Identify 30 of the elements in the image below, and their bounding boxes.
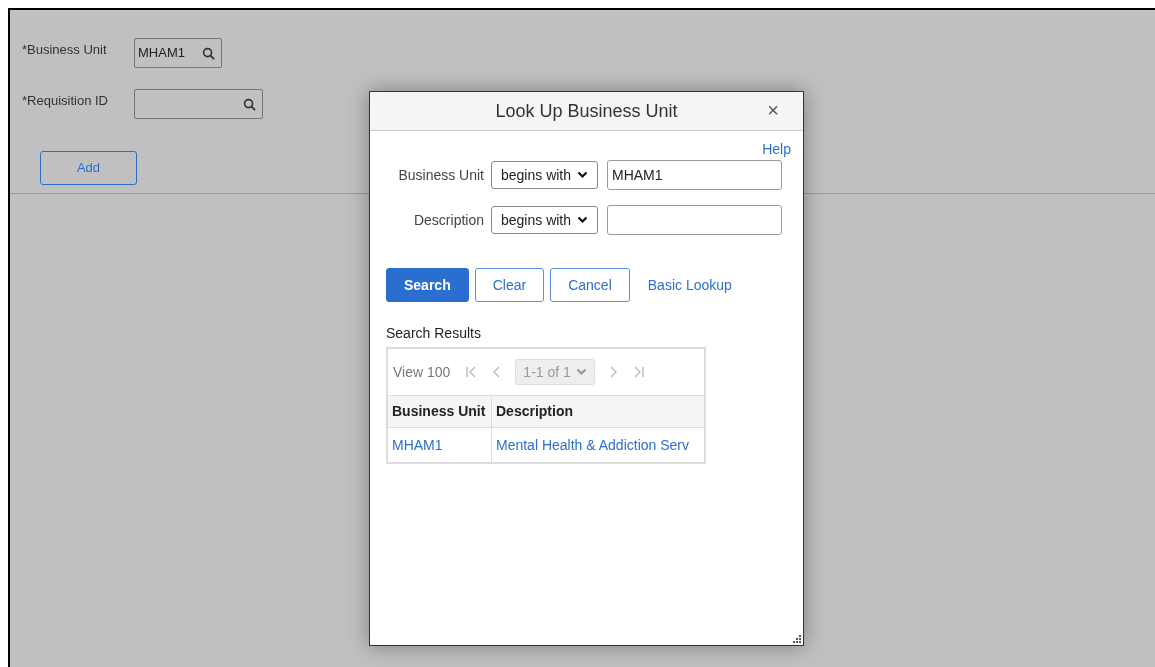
search-icon[interactable] [202, 46, 215, 60]
view-all-link[interactable]: View 100 [393, 361, 451, 383]
search-button[interactable]: Search [386, 268, 469, 302]
chevron-down-icon [575, 368, 587, 376]
dialog-title: Look Up Business Unit [495, 99, 678, 123]
search-icon[interactable] [243, 97, 256, 111]
basic-lookup-link[interactable]: Basic Lookup [635, 268, 744, 302]
column-header: Business Unit [388, 396, 492, 427]
result-link[interactable]: MHAM1 [388, 428, 492, 462]
criteria-input[interactable] [607, 205, 782, 235]
operator-dropdown[interactable]: begins with [491, 161, 598, 189]
add-button[interactable]: Add [40, 151, 137, 185]
dialog-button[interactable]: Clear [474, 268, 545, 302]
help-link[interactable]: Help [762, 139, 791, 160]
criteria-input[interactable]: MHAM1 [607, 160, 782, 190]
field-label: *Requisition ID [22, 92, 109, 110]
resize-grip-icon[interactable] [790, 632, 802, 644]
chevron-down-icon [577, 216, 588, 224]
result-link[interactable]: Mental Health & Addiction Serv [492, 428, 704, 462]
close-button[interactable]: × [767, 100, 779, 120]
criteria-label: Description [412, 210, 484, 230]
results-title: Search Results [386, 324, 482, 343]
field-label: *Business Unit [22, 41, 108, 59]
column-header: Description [495, 402, 574, 421]
chevron-down-icon [577, 171, 588, 179]
operator-dropdown[interactable]: begins with [491, 206, 598, 234]
lookup-field[interactable]: MHAM1 [134, 38, 222, 68]
criteria-label: Business Unit [397, 165, 484, 185]
lookup-field[interactable] [134, 89, 263, 119]
dialog-button[interactable]: Cancel [550, 268, 630, 302]
